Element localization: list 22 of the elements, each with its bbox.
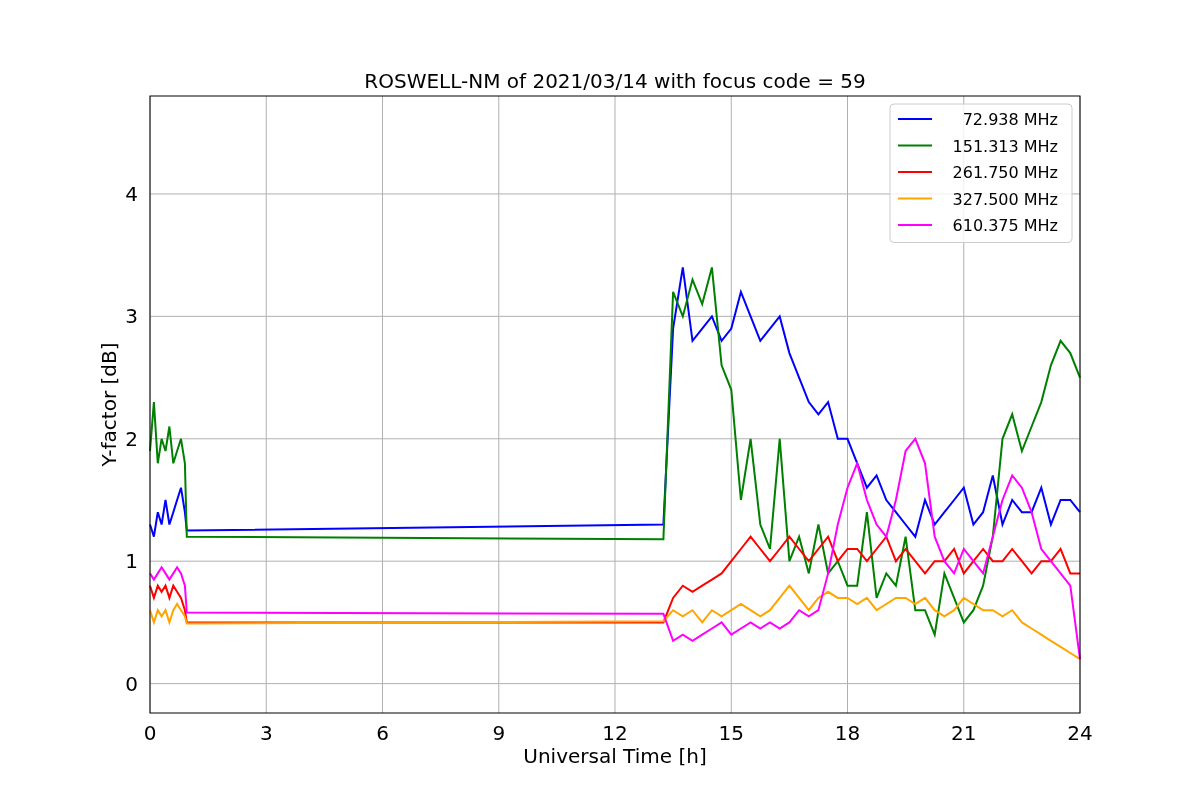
x-tick-label: 0: [143, 721, 157, 745]
legend-label: 151.313 MHz: [952, 136, 1058, 156]
legend-label: 261.750 MHz: [952, 163, 1058, 182]
x-tick-label: 3: [259, 721, 273, 745]
y-tick-label: 3: [125, 304, 138, 329]
y-tick-label: 2: [125, 426, 138, 451]
x-tick-label: 21: [951, 721, 977, 745]
x-tick-label: 18: [834, 721, 861, 745]
legend-label: 327.500 MHz: [952, 189, 1058, 209]
x-tick-label: 6: [376, 721, 389, 745]
x-tick-label: 15: [718, 721, 744, 745]
legend-label: 610.375 MHz: [952, 216, 1058, 235]
chart-title: ROSWELL-NM of 2021/03/14 with focus code = 59: [364, 69, 866, 93]
y-tick-label: 4: [125, 181, 138, 206]
y-tick-label: 1: [125, 549, 138, 574]
x-axis-label: Universal Time [h]: [523, 744, 707, 768]
x-tick-label: 12: [602, 721, 628, 745]
y-tick-label: 0: [125, 671, 138, 696]
x-tick-label: 24: [1067, 721, 1093, 745]
x-tick-label: 9: [492, 721, 506, 745]
y-axis-label: Y-factor [dB]: [97, 342, 121, 467]
legend-label: 72.938 MHz: [962, 110, 1058, 129]
